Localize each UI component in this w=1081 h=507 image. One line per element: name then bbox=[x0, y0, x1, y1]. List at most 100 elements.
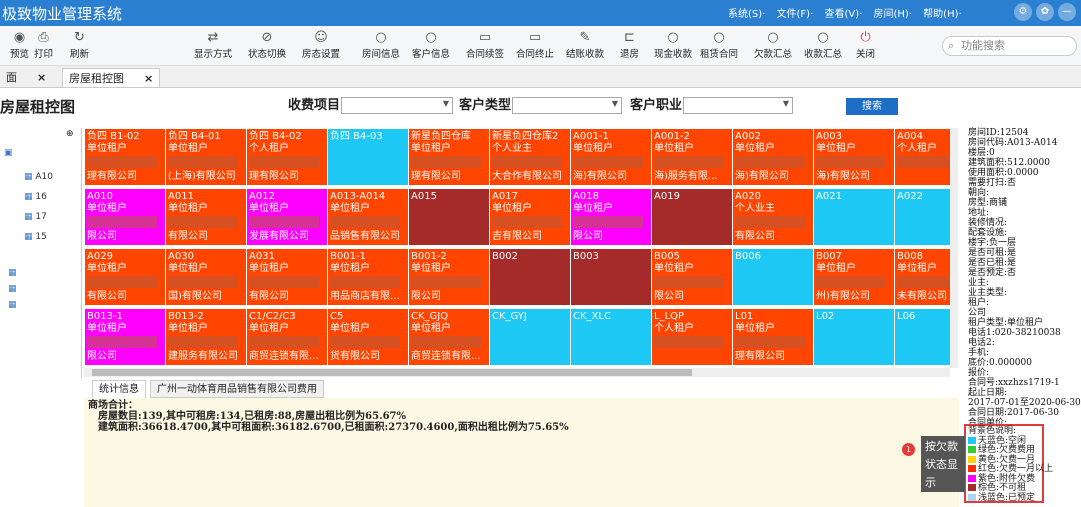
toolbar-button-2[interactable]: ↻ 刷新 bbox=[70, 29, 89, 60]
room-cell[interactable]: 负四 B1-02 单位租户 理有限公司 bbox=[85, 129, 165, 185]
room-cell[interactable]: L_LQP 个人租户 bbox=[652, 309, 732, 365]
room-cell[interactable]: A030 单位租户 国)有限公司 bbox=[166, 249, 246, 305]
room-cell[interactable]: A003 单位租户 海)有限公司 bbox=[814, 129, 894, 185]
room-cell[interactable]: CK_GYJ bbox=[490, 309, 570, 365]
room-info-panel: 房间ID:12504 房间代码:A013-A014 楼层:0 建筑面积:512.000… bbox=[968, 128, 1081, 428]
menu-room[interactable]: 房间(H)· bbox=[873, 9, 912, 20]
room-cell[interactable]: L02 bbox=[814, 309, 894, 365]
vertical-scrollbar[interactable] bbox=[950, 128, 958, 368]
tree-item[interactable]: ▦ 17 bbox=[24, 212, 47, 222]
tab-statistics[interactable]: 统计信息 bbox=[92, 380, 146, 398]
search-button[interactable]: 搜索 bbox=[846, 98, 898, 115]
document-icon: ▭ bbox=[478, 30, 492, 45]
toolbar-button-0[interactable]: ◉ 预览 bbox=[10, 29, 29, 60]
toolbar-button-11[interactable]: ⊏ 退房 bbox=[620, 29, 639, 60]
toolbar-button-3[interactable]: ⇄ 显示方式 bbox=[194, 29, 232, 60]
customer-job-select[interactable]: ▼ bbox=[683, 97, 793, 114]
room-cell[interactable]: C5 单位租户 货有限公司 bbox=[328, 309, 408, 365]
room-cell[interactable]: A031 单位租户 有限公司 bbox=[247, 249, 327, 305]
room-cell[interactable]: A029 单位租户 有限公司 bbox=[85, 249, 165, 305]
tree-item[interactable]: ▦ bbox=[8, 268, 17, 278]
room-tenant: 海)有限公司 bbox=[816, 171, 870, 182]
room-cell[interactable]: A010 单位租户 限公司 bbox=[85, 189, 165, 245]
room-cell[interactable]: B003 bbox=[571, 249, 651, 305]
scroll-thumb[interactable] bbox=[92, 369, 692, 376]
toolbar-button-7[interactable]: ○ 客户信息 bbox=[412, 29, 450, 60]
room-cell[interactable]: CK_GJQ 单位租户 商贸连锁有限... bbox=[409, 309, 489, 365]
tree-item[interactable]: ▦ A10 bbox=[24, 172, 53, 182]
room-cell[interactable]: C1/C2/C3 单位租户 商贸连锁有限... bbox=[247, 309, 327, 365]
tree-item[interactable]: ▦ 15 bbox=[24, 232, 47, 242]
room-cell[interactable]: B007 单位租户 州)有限公司 bbox=[814, 249, 894, 305]
close-icon[interactable]: × bbox=[37, 71, 46, 84]
room-cell[interactable]: A017 单位租户 吉有限公司 bbox=[490, 189, 570, 245]
room-cell[interactable]: A001-2 单位租户 海)服务有限... bbox=[652, 129, 732, 185]
toolbar-button-4[interactable]: ⊘ 状态切换 bbox=[248, 29, 286, 60]
display-icon: ⇄ bbox=[207, 30, 219, 45]
room-cell[interactable]: B001-1 单位租户 用品商店有限... bbox=[328, 249, 408, 305]
room-cell[interactable]: A018 单位租户 限公司 bbox=[571, 189, 651, 245]
minimize-icon[interactable]: — bbox=[1058, 3, 1076, 21]
tab-rent-control[interactable]: 房屋租控图 × bbox=[62, 68, 161, 87]
settings-icon[interactable]: ⚙ bbox=[1014, 3, 1032, 21]
menu-help[interactable]: 帮助(H)· bbox=[923, 9, 962, 20]
charge-item-select[interactable]: ▼ bbox=[341, 97, 453, 114]
room-cell[interactable]: B005 单位租户 限公司 bbox=[652, 249, 732, 305]
tree-item[interactable]: ▦ bbox=[8, 300, 17, 310]
room-cell[interactable]: 新星负四仓库2 个人业主 大合作有限公司 bbox=[490, 129, 570, 185]
room-cell[interactable]: A001-1 单位租户 海)有限公司 bbox=[571, 129, 651, 185]
horizontal-scrollbar[interactable] bbox=[84, 368, 950, 377]
pin-icon[interactable]: ⊕ bbox=[66, 129, 74, 139]
toolbar-button-16[interactable]: ⏻ 关闭 bbox=[856, 29, 875, 60]
building-icon: ▦ bbox=[24, 232, 33, 242]
toolbar-button-9[interactable]: ▭ 合同终止 bbox=[516, 29, 554, 60]
tree-item[interactable]: ▦ bbox=[8, 284, 17, 294]
toolbar-button-14[interactable]: ○ 欠款汇总 bbox=[754, 29, 792, 60]
room-cell[interactable]: 负四 B4-03 bbox=[328, 129, 408, 185]
toolbar-button-13[interactable]: ○ 租赁合同 bbox=[700, 29, 738, 60]
tree-item[interactable]: ▦ 16 bbox=[24, 192, 47, 202]
pin-icon[interactable]: ✿ bbox=[1036, 3, 1054, 21]
menu-file[interactable]: 文件(F)· bbox=[777, 9, 814, 20]
room-cell[interactable]: A012 单位租户 发展有限公司 bbox=[247, 189, 327, 245]
toolbar-button-5[interactable]: ☺ 房态设置 bbox=[302, 29, 340, 60]
room-cell[interactable]: B001-2 单位租户 限公司 bbox=[409, 249, 489, 305]
room-cell[interactable]: 负四 B4-02 个人租户 理有限公司 bbox=[247, 129, 327, 185]
room-cell[interactable]: A002 单位租户 海)有限公司 bbox=[733, 129, 813, 185]
toolbar-button-15[interactable]: ○ 收款汇总 bbox=[804, 29, 842, 60]
menu-view[interactable]: 查看(V)· bbox=[824, 9, 862, 20]
toolbar-button-8[interactable]: ▭ 合同续签 bbox=[466, 29, 504, 60]
room-cell[interactable]: CK_XLC bbox=[571, 309, 651, 365]
room-cell[interactable]: A015 bbox=[409, 189, 489, 245]
tab-home[interactable]: 面 × bbox=[0, 68, 52, 87]
redacted-block bbox=[249, 276, 319, 288]
close-icon[interactable]: × bbox=[144, 72, 153, 85]
room-cell[interactable]: B008 单位租户 未有限公司 bbox=[895, 249, 950, 305]
toolbar-button-1[interactable]: ⎙ 打印 bbox=[34, 29, 53, 60]
customer-type-select[interactable]: ▼ bbox=[512, 97, 622, 114]
room-type: 单位租户 bbox=[168, 203, 208, 214]
toolbar-button-12[interactable]: ○ 现金收款 bbox=[654, 29, 692, 60]
room-type: 单位租户 bbox=[168, 323, 208, 334]
tab-fees[interactable]: 广州一动体育用品销售有限公司费用 bbox=[150, 380, 324, 398]
room-cell[interactable]: B013-1 单位租户 限公司 bbox=[85, 309, 165, 365]
tree-root[interactable]: ▣ bbox=[4, 148, 13, 158]
room-cell[interactable]: A013-A014 单位租户 品销售有限公司 bbox=[328, 189, 408, 245]
room-cell[interactable]: A004 个人租户 bbox=[895, 129, 950, 185]
room-cell[interactable]: A019 bbox=[652, 189, 732, 245]
room-cell[interactable]: L06 bbox=[895, 309, 950, 365]
toolbar-button-6[interactable]: ○ 房间信息 bbox=[362, 29, 400, 60]
room-cell[interactable]: B013-2 单位租户 建服务有限公司 bbox=[166, 309, 246, 365]
search-input[interactable]: ⌕ 功能搜索 bbox=[942, 36, 1077, 56]
toolbar-button-10[interactable]: ✎ 结账收款 bbox=[566, 29, 604, 60]
menu-system[interactable]: 系统(S)· bbox=[728, 9, 765, 20]
room-cell[interactable]: A020 个人业主 有限公司 bbox=[733, 189, 813, 245]
room-cell[interactable]: 负四 B4-01 单位租户 (上海)有限公司 bbox=[166, 129, 246, 185]
room-cell[interactable]: B002 bbox=[490, 249, 570, 305]
room-cell[interactable]: 新星负四仓库 单位租户 理有限公司 bbox=[409, 129, 489, 185]
room-cell[interactable]: L01 单位租户 理有限公司 bbox=[733, 309, 813, 365]
room-cell[interactable]: A022 bbox=[895, 189, 950, 245]
room-cell[interactable]: B006 bbox=[733, 249, 813, 305]
room-cell[interactable]: A021 bbox=[814, 189, 894, 245]
room-cell[interactable]: A011 单位租户 有限公司 bbox=[166, 189, 246, 245]
